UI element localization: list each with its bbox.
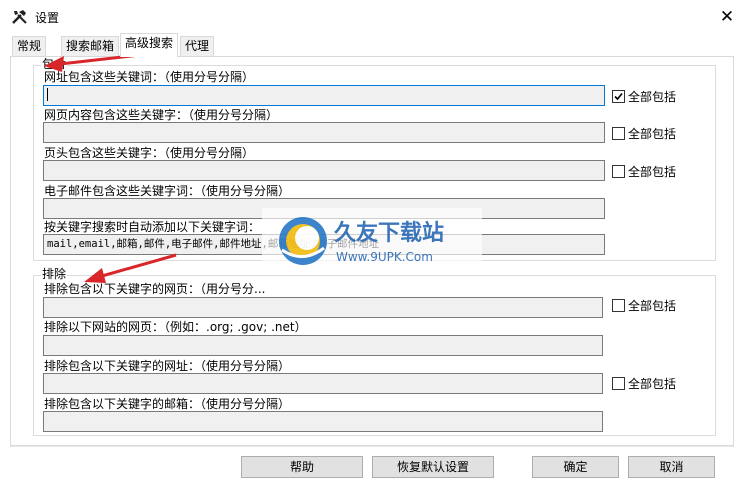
exclude-legend: 排除: [41, 267, 68, 281]
tab-proxy[interactable]: 代理: [180, 36, 215, 56]
exclude-page-include-all-label[interactable]: 全部包括: [628, 299, 676, 313]
email-keywords-input[interactable]: [43, 198, 605, 219]
tab-general[interactable]: 常规: [12, 36, 47, 56]
header-keywords-input[interactable]: [43, 160, 605, 181]
exclude-sites-input[interactable]: [43, 335, 603, 356]
exclude-page-keywords-input[interactable]: [43, 297, 603, 318]
exclude-url-include-all-checkbox[interactable]: [612, 377, 625, 390]
tab-advanced-search[interactable]: 高级搜索: [120, 33, 179, 57]
header-keywords-label: 页头包含这些关键字：（使用分号分隔）: [44, 146, 255, 160]
ok-button[interactable]: 确定: [532, 456, 619, 478]
title-bar: [0, 0, 746, 34]
header-include-all-label[interactable]: 全部包括: [628, 165, 676, 179]
email-keywords-label: 电子邮件包含这些关键字词：（使用分号分隔）: [44, 184, 291, 198]
url-keywords-label: 网址包含这些关键词：（使用分号分隔）: [44, 70, 255, 84]
include-legend: 包含: [41, 57, 68, 71]
header-include-all-checkbox[interactable]: [612, 165, 625, 178]
content-include-all-label[interactable]: 全部包括: [628, 127, 676, 141]
auto-keywords-label: 按关键字搜索时自动添加以下关键字词：: [44, 220, 261, 234]
exclude-email-keywords-label: 排除包含以下关键字的邮箱：（使用分号分隔）: [44, 397, 291, 411]
cancel-button[interactable]: 取消: [628, 456, 715, 478]
content-keywords-input[interactable]: [43, 122, 605, 143]
content-keywords-label: 网页内容包含这些关键字：（使用分号分隔）: [44, 108, 279, 122]
footer-divider: [10, 446, 734, 447]
url-keywords-input[interactable]: [43, 85, 605, 106]
exclude-url-include-all-label[interactable]: 全部包括: [628, 377, 676, 391]
url-include-all-checkbox[interactable]: [612, 90, 625, 103]
tools-icon: [11, 9, 29, 25]
exclude-url-keywords-label: 排除包含以下关键字的网址：（使用分号分隔）: [44, 359, 291, 373]
exclude-email-keywords-input[interactable]: [43, 411, 603, 432]
text-caret: [47, 87, 48, 101]
url-include-all-label[interactable]: 全部包括: [628, 90, 676, 104]
exclude-sites-label: 排除以下网站的网页：（例如：.org; .gov; .net）: [44, 320, 307, 334]
auto-keywords-input[interactable]: mail,email,邮箱,邮件,电子邮件,邮件地址,邮箱地址,电子邮件地址: [43, 234, 605, 255]
exclude-page-keywords-label: 排除包含以下关键字的网页：（用分号分...: [44, 282, 266, 296]
checkmark-icon: [614, 92, 623, 101]
window-title: 设置: [35, 11, 60, 25]
close-icon[interactable]: ✕: [712, 4, 742, 30]
content-include-all-checkbox[interactable]: [612, 127, 625, 140]
exclude-url-keywords-input[interactable]: [43, 373, 603, 394]
tab-search-mailbox[interactable]: 搜索邮箱: [61, 36, 120, 56]
restore-defaults-button[interactable]: 恢复默认设置: [372, 456, 494, 478]
exclude-page-include-all-checkbox[interactable]: [612, 299, 625, 312]
help-button[interactable]: 帮助: [241, 456, 363, 478]
